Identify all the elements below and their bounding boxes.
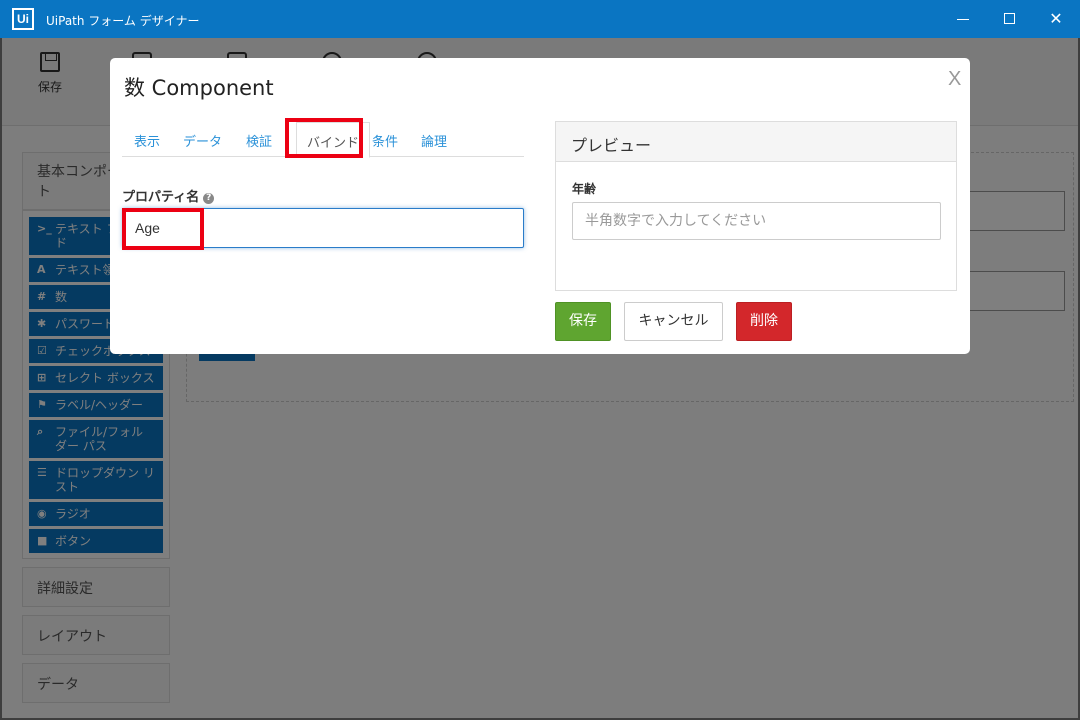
property-name-text: プロパティ名 <box>122 190 200 205</box>
preview-field-label: 年齢 <box>572 182 597 196</box>
dialog-title: 数 Component <box>124 76 274 100</box>
maximize-icon[interactable] <box>987 0 1033 38</box>
highlight-tab-box <box>285 118 363 158</box>
save-button[interactable]: 保存 <box>555 302 611 341</box>
tab-data[interactable]: データ <box>183 131 222 150</box>
tab-conditional[interactable]: 条件 <box>372 131 398 150</box>
delete-button[interactable]: 削除 <box>736 302 792 341</box>
close-icon[interactable]: ✕ <box>1033 0 1079 38</box>
tab-validation[interactable]: 検証 <box>246 131 272 150</box>
component-edit-dialog: 数 Component X 表示 データ 検証 バインド 条件 論理 プロパティ… <box>110 58 970 354</box>
minimize-icon[interactable] <box>940 0 986 38</box>
help-icon[interactable]: ? <box>203 193 215 204</box>
property-name-label: プロパティ名? <box>122 186 215 205</box>
uipath-logo-icon: Ui <box>12 8 34 30</box>
title-bar: Ui UiPath フォーム デザイナー ✕ <box>0 0 1080 38</box>
tab-logic[interactable]: 論理 <box>421 131 447 150</box>
preview-number-input[interactable] <box>572 202 941 240</box>
highlight-input-box <box>122 208 204 250</box>
tab-display[interactable]: 表示 <box>134 131 160 150</box>
window-title: UiPath フォーム デザイナー <box>46 14 200 28</box>
preview-panel: プレビュー 年齢 <box>555 121 957 291</box>
close-dialog-icon[interactable]: X <box>948 68 961 91</box>
preview-header: プレビュー <box>556 122 956 162</box>
cancel-button[interactable]: キャンセル <box>624 302 723 341</box>
